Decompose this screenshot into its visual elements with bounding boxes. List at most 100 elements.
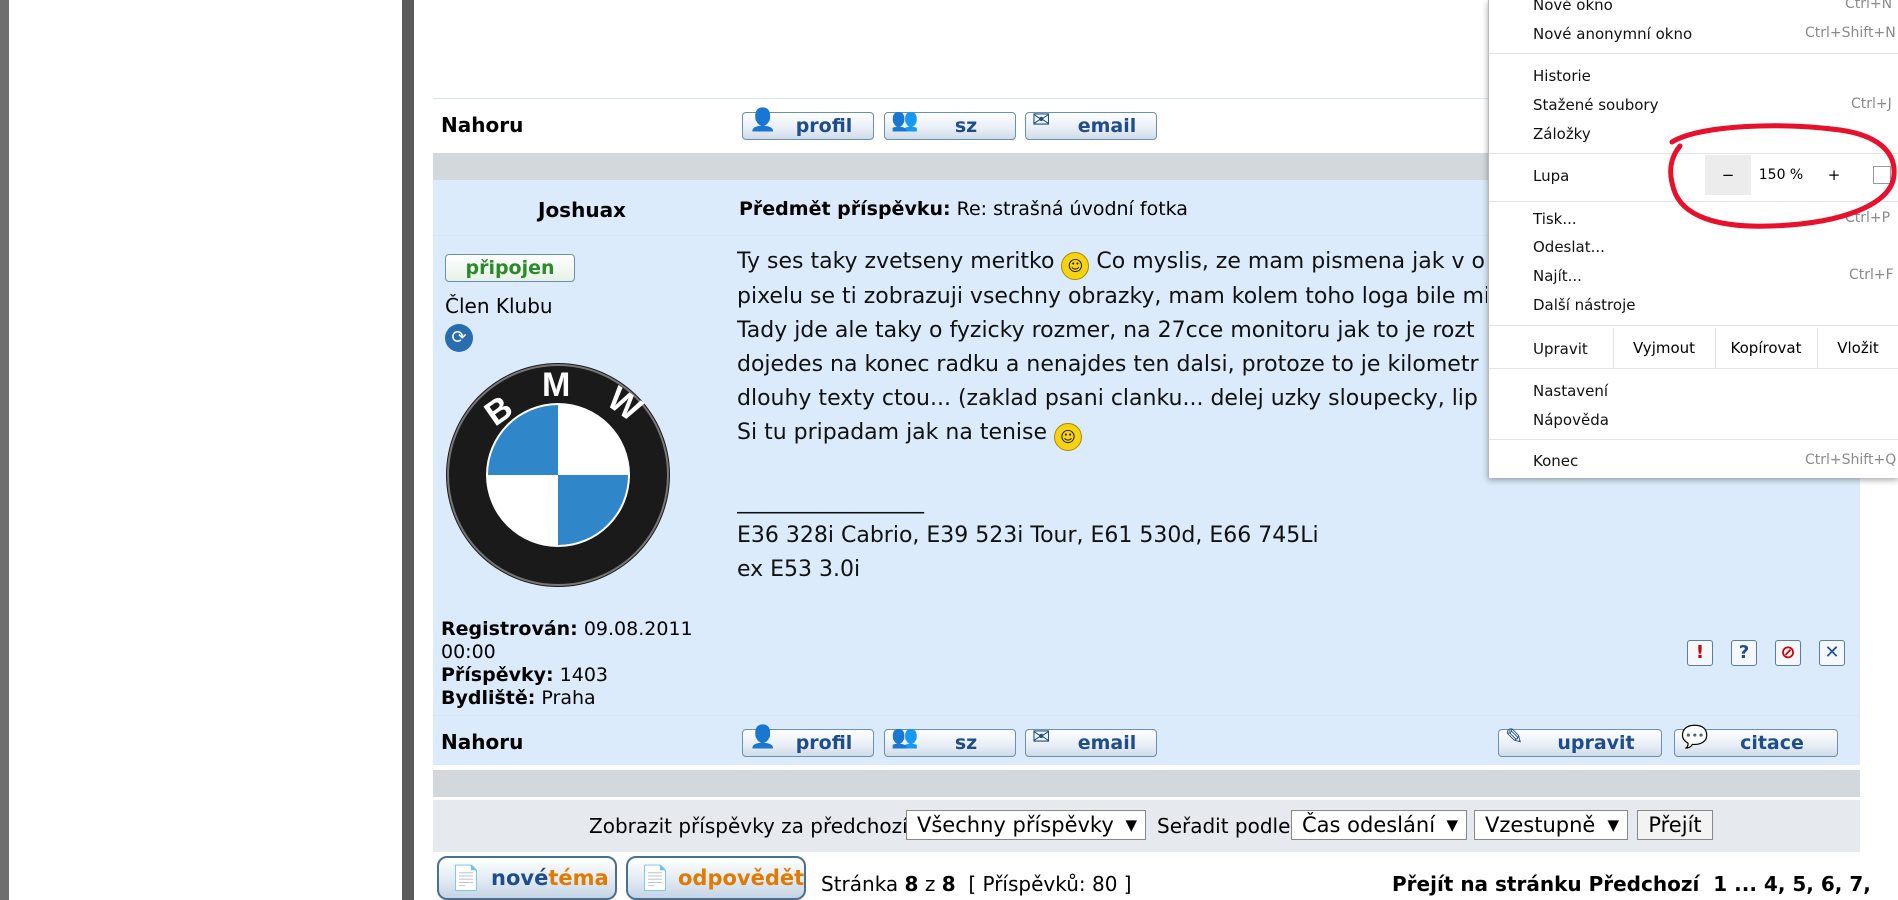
smiley-icon: ☺ <box>1061 252 1090 280</box>
edit-button[interactable]: ✎ upravit <box>1498 725 1662 757</box>
post-line: dojedes na konec radku a nenajdes ten da… <box>737 352 1479 377</box>
signature-divider: _________________ <box>737 489 924 514</box>
help-icon[interactable]: ? <box>1731 640 1757 666</box>
goto-label[interactable]: Přejít na stránku Předchozí <box>1392 872 1699 896</box>
registered-time: 00:00 <box>441 641 496 663</box>
new-topic-label: nové <box>491 866 549 890</box>
menu-exit[interactable]: Konec <box>1533 452 1578 470</box>
menu-settings[interactable]: Nastavení <box>1533 382 1608 400</box>
posts-value: 1403 <box>559 664 609 686</box>
menu-more-tools[interactable]: Další nástroje <box>1533 296 1635 314</box>
shortcut: Ctrl+Shift+Q <box>1805 452 1897 468</box>
post-footer-divider <box>433 715 1860 716</box>
paste-button[interactable]: Vložit <box>1817 328 1898 368</box>
document-icon: 📄 <box>451 864 481 892</box>
cut-button[interactable]: Vyjmout <box>1613 328 1715 368</box>
pagination-info: Stránka 8 z 8 [ Příspěvků: 80 ] <box>821 872 1132 896</box>
menu-downloads[interactable]: Stažené soubory <box>1533 96 1658 114</box>
delete-icon[interactable]: ✕ <box>1819 640 1845 666</box>
user-info: Registrován: 09.08.2011 00:00 Příspěvky:… <box>441 618 693 710</box>
envelope-icon: ✉ <box>1032 725 1051 750</box>
sort-select[interactable]: Čas odeslání ▼ <box>1291 810 1467 840</box>
order-select[interactable]: Vzestupně ▼ <box>1474 810 1628 840</box>
profile-button[interactable]: 👤 profil <box>742 725 874 757</box>
user-icon: 👤 <box>749 725 777 750</box>
pencil-icon: ✎ <box>1505 725 1524 750</box>
document-icon: 📄 <box>640 864 670 892</box>
reply-button[interactable]: 📄 odpovědět <box>626 856 806 900</box>
ban-icon[interactable]: ⊘ <box>1775 640 1801 666</box>
pm-button[interactable]: 👥 sz <box>884 725 1016 757</box>
menu-history[interactable]: Historie <box>1533 67 1591 85</box>
signature-line: ex E53 3.0i <box>737 557 861 582</box>
post-author[interactable]: Joshuax <box>538 198 626 222</box>
email-button[interactable]: ✉ email <box>1025 725 1157 757</box>
post-separator <box>433 770 1860 797</box>
email-button[interactable]: ✉ email <box>1025 108 1157 140</box>
page-links[interactable]: 1 ... 4, 5, 6, 7, 8 <box>1713 872 1891 896</box>
post-line: Tady jde ale taky o fyzicky rozmer, na 2… <box>737 318 1475 343</box>
copy-button[interactable]: Kopírovat <box>1715 328 1817 368</box>
post-body: Ty ses taky zvetseny meritko ☺ Co myslis… <box>737 245 1487 587</box>
pm-button[interactable]: 👥 sz <box>884 108 1016 140</box>
subject-label: Předmět příspěvku: <box>739 198 951 220</box>
users-icon: 👥 <box>891 108 919 133</box>
nav-top-link[interactable]: Nahoru <box>441 113 523 137</box>
menu-new-window[interactable]: Nové okno <box>1533 0 1613 14</box>
avatar-letter: M <box>542 366 570 404</box>
new-topic-label: téma <box>548 866 609 890</box>
rank-icon: ⟳ <box>445 324 473 352</box>
menu-find[interactable]: Najít... <box>1533 267 1582 285</box>
location-label: Bydliště: <box>441 687 536 709</box>
signature-line: E36 328i Cabrio, E39 523i Tour, E61 530d… <box>737 523 1319 548</box>
profile-button[interactable]: 👤 profil <box>742 108 874 140</box>
bmw-avatar: B M W <box>446 363 670 587</box>
sort-label: Seřadit podle <box>1157 814 1291 838</box>
post-line: Si tu pripadam jak na tenise <box>737 420 1048 445</box>
page-current: 8 <box>904 872 919 896</box>
shortcut: Ctrl+F <box>1849 267 1894 283</box>
smiley-icon: ☺ <box>1054 423 1083 451</box>
registered-label: Registrován: <box>441 618 578 640</box>
page-border <box>402 0 414 900</box>
location-value: Praha <box>541 687 596 709</box>
post-subject: Předmět příspěvku: Re: strašná úvodní fo… <box>739 198 1188 220</box>
menu-send[interactable]: Odeslat... <box>1533 238 1605 256</box>
post-line: pixelu se ti zobrazuji vsechny obrazky, … <box>737 284 1487 309</box>
order-select-value: Vzestupně <box>1485 813 1596 837</box>
reply-label: odpovědět <box>678 866 805 890</box>
user-icon: 👤 <box>749 108 777 133</box>
speech-bubble-icon: 💬 <box>1681 725 1709 750</box>
registered-value: 09.08.2011 <box>583 618 693 640</box>
dropdown-arrow-icon: ▼ <box>1125 816 1137 834</box>
page-total: 8 <box>941 872 956 896</box>
menu-incognito[interactable]: Nové anonymní okno <box>1533 25 1692 43</box>
shortcut: Ctrl+N <box>1845 0 1893 12</box>
posts-count: [ Příspěvků: 80 ] <box>968 872 1132 896</box>
post-line: dlouhy texty ctou... (zaklad psani clank… <box>737 386 1478 411</box>
menu-bookmarks[interactable]: Záložky <box>1533 125 1591 143</box>
menu-edit-label: Upravit <box>1533 340 1588 358</box>
menu-help[interactable]: Nápověda <box>1533 411 1609 429</box>
go-button[interactable]: Přejít <box>1637 810 1713 840</box>
envelope-icon: ✉ <box>1032 108 1051 133</box>
report-icon[interactable]: ! <box>1687 640 1713 666</box>
period-select-value: Všechny příspěvky <box>917 813 1114 837</box>
menu-print[interactable]: Tisk... <box>1533 210 1577 228</box>
sort-select-value: Čas odeslání <box>1302 813 1436 837</box>
goto-page: Přejít na stránku Předchozí 1 ... 4, 5, … <box>1392 872 1892 896</box>
quote-button[interactable]: 💬 citace <box>1674 725 1838 757</box>
posts-label: Příspěvky: <box>441 664 554 686</box>
new-topic-button[interactable]: 📄 novétéma <box>437 856 617 900</box>
users-icon: 👥 <box>891 725 919 750</box>
filter-label: Zobrazit příspěvky za předchozí: <box>589 814 915 838</box>
browser-menu: Nové okno Ctrl+N Nové anonymní okno Ctrl… <box>1488 0 1898 478</box>
post-line: Ty ses taky zvetseny meritko <box>737 249 1055 274</box>
nav-top-link[interactable]: Nahoru <box>441 730 523 754</box>
page-of: z <box>924 872 936 896</box>
dropdown-arrow-icon: ▼ <box>1607 816 1619 834</box>
dropdown-arrow-icon: ▼ <box>1446 816 1458 834</box>
period-select[interactable]: Všechny příspěvky ▼ <box>906 810 1146 840</box>
red-annotation-circle <box>1668 123 1897 229</box>
online-status-badge: připojen <box>445 254 575 282</box>
